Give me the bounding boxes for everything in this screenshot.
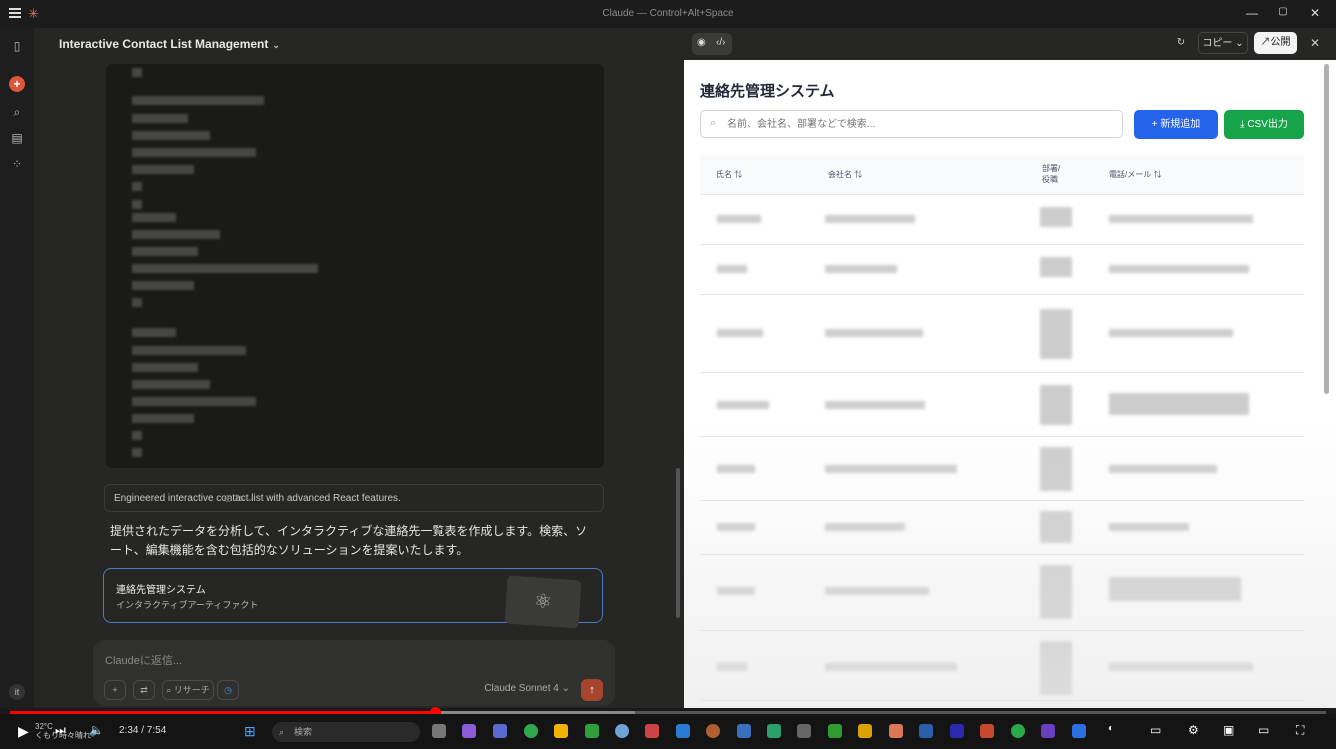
artifacts-icon[interactable]: ⁘ [9, 156, 25, 172]
user-avatar[interactable]: it [9, 684, 25, 700]
xbox-icon[interactable] [828, 724, 842, 738]
taskbar-app-icon[interactable] [706, 724, 720, 738]
chrome-icon[interactable] [524, 724, 538, 738]
taskbar-app-icon[interactable] [615, 724, 629, 738]
copy-button[interactable]: コピー ⌄ [1198, 32, 1248, 54]
windows-start-icon[interactable]: ⊞ [244, 723, 256, 740]
taskbar-app-icon[interactable] [737, 724, 751, 738]
maximize-icon[interactable]: ▢ [1275, 6, 1291, 17]
close-window-icon[interactable]: ✕ [1307, 6, 1323, 20]
column-header-dept[interactable]: 部署/ 役職 [1042, 163, 1060, 185]
column-header-contact[interactable]: 電話/メール ⇅ [1109, 169, 1161, 180]
projects-icon[interactable]: ▤ [9, 130, 25, 146]
zoom-icon[interactable] [1072, 724, 1086, 738]
message-composer[interactable]: Claudeに返信... + ⇄ ⌕ リサーチ ◷ Claude Sonnet … [93, 640, 615, 706]
chevron-down-icon: ⌄ [1235, 38, 1244, 49]
sidebar-toggle-icon[interactable]: ▯ [9, 38, 25, 54]
minimize-icon[interactable]: — [1244, 6, 1260, 20]
table-header: 氏名 ⇅ 会社名 ⇅ 部署/ 役職 電話/メール ⇅ [700, 155, 1304, 195]
table-row[interactable] [700, 555, 1304, 631]
artifact-title: 連絡先管理システム [116, 585, 206, 596]
csv-export-button[interactable]: ⤓ CSV出力 [1224, 110, 1304, 139]
theater-mode-icon[interactable]: ▭ [1258, 723, 1269, 737]
column-header-company[interactable]: 会社名 ⇅ [828, 169, 862, 180]
line-icon[interactable] [1011, 724, 1025, 738]
video-time: 2:34 / 7:54 [119, 725, 167, 736]
autoplay-toggle-icon[interactable]: ◐ [1108, 723, 1114, 734]
window-titlebar: ✳ Claude — Control+Alt+Space — ▢ ✕ [0, 0, 1336, 28]
fullscreen-icon[interactable]: ⛶ [1296, 723, 1304, 738]
search-icon: ⌕ [710, 117, 717, 129]
table-row[interactable] [700, 373, 1304, 437]
table-row[interactable] [700, 245, 1304, 295]
chat-scrollbar[interactable] [676, 468, 680, 618]
powerpoint-icon[interactable] [980, 724, 994, 738]
close-panel-icon[interactable]: ✕ [1306, 32, 1324, 54]
publish-button[interactable]: ↗公開 [1254, 32, 1297, 54]
search-chats-icon[interactable]: ⌕ [9, 104, 25, 120]
volume-icon[interactable]: 🔈 [89, 723, 104, 737]
taskbar-app-icon[interactable] [432, 724, 446, 738]
contacts-table: 氏名 ⇅ 会社名 ⇅ 部署/ 役職 電話/メール ⇅ [700, 155, 1304, 701]
taskbar-app-icon[interactable] [585, 724, 599, 738]
chat-title[interactable]: Interactive Contact List Management ⌄ [59, 37, 280, 51]
claude-app-icon[interactable] [889, 724, 903, 738]
artifact-panel-header: ◉ ‹/› ↻ コピー ⌄ ↗公開 ✕ [684, 28, 1336, 60]
next-icon[interactable]: ⏭ [55, 723, 66, 738]
artifact-preview: 連絡先管理システム ⌕ + 新規追加 ⤓ CSV出力 氏名 ⇅ 会社名 ⇅ 部署… [684, 60, 1336, 708]
add-attachment-button[interactable]: + [104, 680, 126, 700]
chat-pane: Interactive Contact List Management ⌄ Eng… [34, 28, 684, 708]
taskbar-app-icon[interactable] [767, 724, 781, 738]
taskbar-search[interactable]: ⌕ 検索 [272, 722, 420, 742]
folder-icon[interactable] [554, 724, 568, 738]
taskbar-app-icon[interactable] [645, 724, 659, 738]
chevron-down-icon: ⌄ [272, 40, 280, 50]
window-title: Claude — Control+Alt+Space [602, 8, 734, 19]
new-chat-icon[interactable]: + [9, 76, 25, 92]
video-controls: ▶ 32°C くもり時々晴れ ⏭ 🔈 2:34 / 7:54 ⊞ ⌕ 検索 ◐ ▭ … [0, 714, 1336, 749]
thinking-summary[interactable]: Engineered interactive contact list with… [104, 484, 604, 512]
taskbar-app-icon[interactable] [858, 724, 872, 738]
preview-scrollbar[interactable] [1324, 64, 1329, 394]
settings-gear-icon[interactable]: ⚙ [1188, 723, 1199, 737]
taskbar-app-icon[interactable] [950, 724, 964, 738]
artifact-subtitle: インタラクティブアーティファクト [116, 600, 259, 610]
research-button[interactable]: ⌕ リサーチ [162, 680, 214, 700]
tools-button[interactable]: ⇄ [133, 680, 155, 700]
table-row[interactable] [700, 195, 1304, 245]
left-sidebar: ▯ + ⌕ ▤ ⁘ it [0, 28, 34, 708]
table-row[interactable] [700, 437, 1304, 501]
composer-placeholder[interactable]: Claudeに返信... [105, 652, 182, 668]
subtitles-icon[interactable]: ▭ [1150, 723, 1161, 737]
taskbar-app-icon[interactable] [676, 724, 690, 738]
taskbar-app-icon[interactable] [462, 724, 476, 738]
clock-icon[interactable]: ◷ [217, 680, 239, 700]
search-icon: ⌕ [279, 727, 285, 737]
assistant-reply: 提供されたデータを分析して、インタラクティブな連絡先一覧表を作成します。検索、ソ… [110, 524, 588, 557]
table-row[interactable] [700, 631, 1304, 701]
page-title: 連絡先管理システム [700, 83, 835, 100]
column-header-name[interactable]: 氏名 ⇅ [716, 169, 742, 180]
taskbar-app-icon[interactable] [493, 724, 507, 738]
taskbar-app-icon[interactable] [1041, 724, 1055, 738]
taskbar-app-icon[interactable] [919, 724, 933, 738]
play-icon[interactable]: ▶ [18, 723, 29, 740]
thinking-time: ◷ 1s ⌄ [224, 493, 254, 503]
table-row[interactable] [700, 501, 1304, 555]
table-row[interactable] [700, 295, 1304, 373]
taskbar-app-icon[interactable] [797, 724, 811, 738]
search-input[interactable] [727, 115, 1107, 133]
react-icon: ⚛ [504, 575, 582, 629]
refresh-icon[interactable]: ↻ [1172, 32, 1190, 54]
view-toggle[interactable]: ◉ ‹/› [692, 33, 732, 55]
search-box[interactable]: ⌕ [700, 110, 1123, 138]
artifact-card[interactable]: 連絡先管理システム インタラクティブアーティファクト ⚛ [103, 568, 603, 629]
model-selector[interactable]: Claude Sonnet 4 ⌄ [484, 683, 570, 694]
code-icon[interactable]: ‹/› [716, 37, 725, 48]
add-contact-button[interactable]: + 新規追加 [1134, 110, 1218, 139]
miniplayer-icon[interactable]: ▣ [1223, 723, 1234, 737]
preview-eye-icon[interactable]: ◉ [697, 37, 706, 48]
code-block [106, 64, 604, 468]
send-button[interactable]: ↑ [581, 679, 603, 701]
